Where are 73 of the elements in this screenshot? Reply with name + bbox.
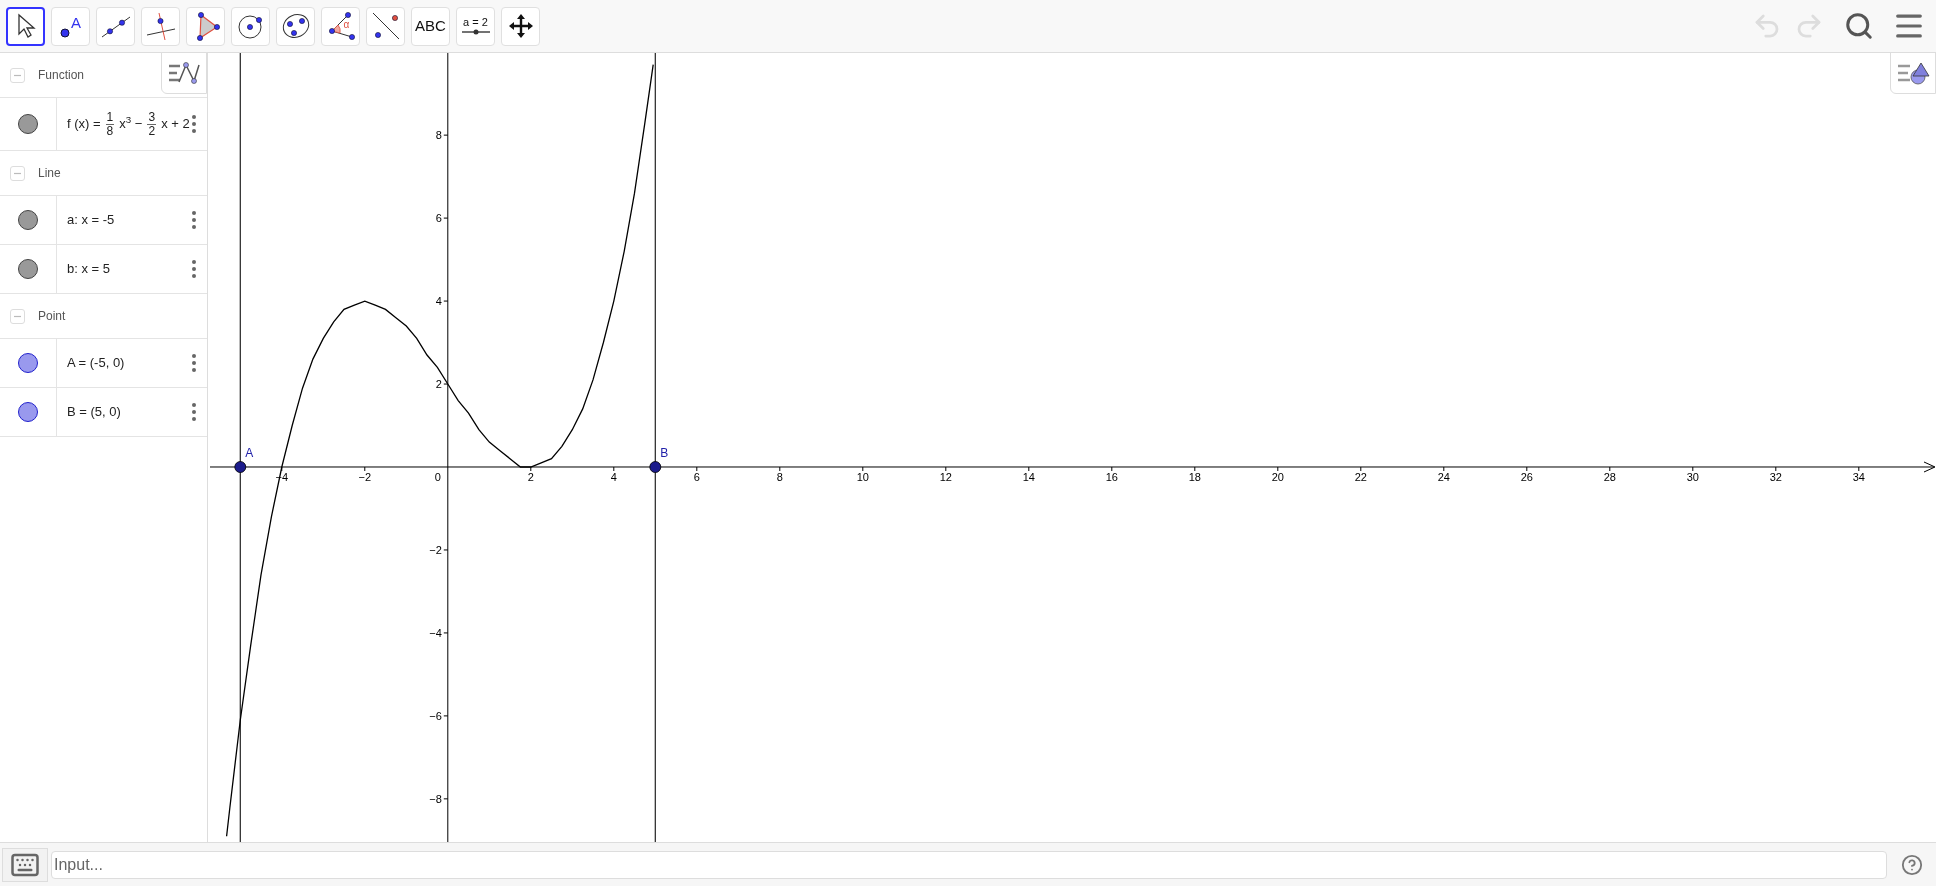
algebra-entry: b: x = 5 [67, 260, 110, 279]
y-tick-label: −8 [429, 792, 442, 805]
x-tick-label: 28 [1603, 471, 1616, 483]
x-tick-label: 2 [527, 471, 534, 483]
keyboard-button[interactable] [2, 847, 48, 882]
search-icon [1844, 11, 1874, 41]
algebra-entry: a: x = -5 [67, 211, 115, 230]
more-options-icon[interactable] [191, 114, 197, 134]
x-tick-label: 24 [1437, 471, 1450, 483]
collapse-toggle[interactable] [10, 165, 25, 181]
angle-label: α [343, 20, 350, 30]
point-label: A [245, 446, 254, 460]
algebra-row[interactable]: a: x = -5 [0, 196, 207, 245]
x-tick-label: 10 [856, 471, 869, 483]
more-options-icon[interactable] [191, 402, 197, 422]
lines-and-graph-icon [167, 60, 201, 86]
more-options-icon[interactable] [191, 210, 197, 230]
y-tick-label: −4 [429, 626, 442, 639]
tool-button[interactable] [6, 6, 45, 46]
y-tick-label: 2 [435, 378, 442, 391]
origin-label: 0 [434, 471, 441, 483]
x-tick-label: 32 [1769, 471, 1782, 483]
move-arrows-icon [507, 13, 534, 39]
point-label: A [71, 14, 81, 30]
x-tick-label: 30 [1686, 471, 1699, 483]
x-tick-label: 26 [1520, 471, 1533, 483]
group-title: Point [38, 308, 66, 325]
y-tick-label: 6 [435, 212, 442, 225]
point[interactable] [649, 461, 662, 473]
text-tool-label: ABC [415, 15, 446, 36]
group-title: Line [38, 165, 61, 182]
tool-button[interactable]: A [51, 6, 90, 46]
more-options-icon[interactable] [191, 259, 197, 279]
more-options-icon[interactable] [191, 353, 197, 373]
vertical-line[interactable] [654, 53, 656, 842]
x-tick-label: 14 [1022, 471, 1035, 483]
slider-tool-label: a = 2 [463, 16, 488, 28]
x-tick-label: 18 [1188, 471, 1201, 483]
collapse-toggle[interactable] [10, 67, 25, 83]
point-label: B [660, 446, 669, 460]
tool-button[interactable]: ABC [411, 6, 450, 46]
perpendicular-line-icon [144, 11, 177, 41]
x-tick-label: 20 [1271, 471, 1284, 483]
y-tick-label: 4 [435, 295, 442, 308]
x-tick-label: −2 [358, 471, 372, 483]
help-icon [1901, 853, 1923, 876]
algebra-row[interactable]: A = (-5, 0) [0, 339, 207, 388]
x-tick-label: 6 [693, 471, 700, 483]
algebra-style-bar-button[interactable] [161, 52, 207, 94]
point-icon [60, 27, 70, 38]
algebra-entry: B = (5, 0) [67, 403, 121, 422]
x-tick-label: 34 [1852, 471, 1865, 483]
y-tick-label: −2 [429, 543, 442, 556]
graphics-style-bar-button[interactable] [1890, 53, 1936, 94]
algebra-row[interactable]: B = (5, 0) [0, 388, 207, 437]
algebra-row[interactable]: b: x = 5 [0, 245, 207, 294]
lines-and-shapes-icon [1896, 60, 1930, 86]
x-tick-label: 4 [610, 471, 617, 483]
x-tick-label: 16 [1105, 471, 1118, 483]
slider-icon [460, 27, 491, 36]
point[interactable] [234, 461, 247, 473]
algebra-entry: A = (-5, 0) [67, 354, 125, 373]
y-tick-label: −6 [429, 709, 442, 722]
vertical-line[interactable] [239, 53, 241, 842]
group-title: Function [38, 67, 85, 84]
tool-button[interactable]: α [321, 6, 360, 46]
y-tick-label: 8 [435, 129, 442, 142]
x-tick-label: 22 [1354, 471, 1367, 483]
x-tick-label: 8 [776, 471, 783, 483]
tool-button[interactable]: a = 2 [456, 6, 495, 46]
collapse-toggle[interactable] [10, 308, 25, 324]
input-field[interactable]: Input... [51, 850, 1887, 879]
x-tick-label: 12 [939, 471, 952, 483]
